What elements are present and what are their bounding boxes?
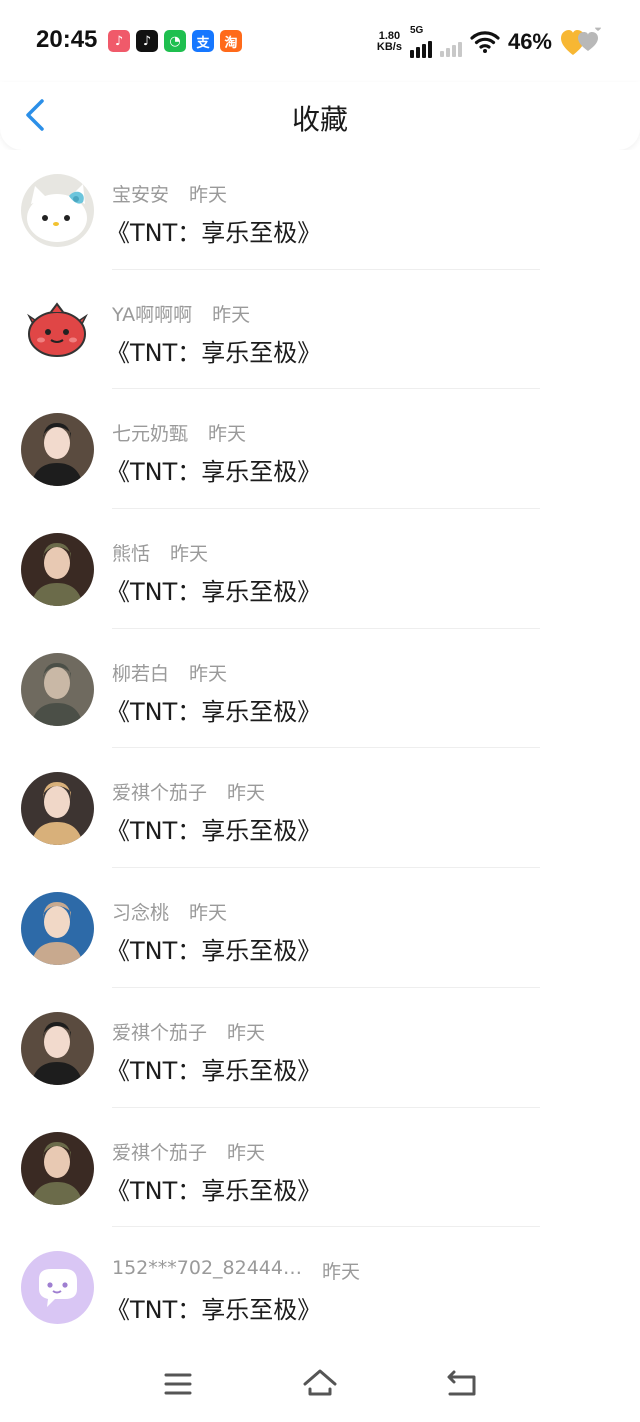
menu-icon — [164, 1373, 192, 1395]
network-speed-unit: KB/s — [376, 41, 402, 53]
header-bar: 收藏 — [0, 82, 640, 150]
network-type: 5G — [409, 25, 424, 36]
item-time: 昨天 — [208, 423, 247, 446]
item-time: 昨天 — [189, 662, 228, 685]
item-meta: 柳若白 昨天 — [112, 659, 227, 686]
item-time: 昨天 — [170, 543, 209, 566]
taobao-app-icon: 淘 — [220, 30, 242, 52]
favorite-content: 《TNT：享乐至极》 — [106, 937, 322, 966]
alipay-app-icon: 支 — [192, 30, 214, 52]
item-meta: 习念桃 昨天 — [112, 898, 227, 925]
item-meta: 152***702_82444… 昨天 — [112, 1257, 360, 1284]
list-item[interactable]: 152***702_82444… 昨天《TNT：享乐至极》 — [0, 1227, 640, 1347]
sender-name: 柳若白 — [112, 662, 170, 685]
signal-bars-secondary-icon — [439, 35, 462, 57]
photo-avatar[interactable] — [21, 652, 94, 726]
sender-name: 152***702_82444… — [112, 1257, 302, 1280]
hello-kitty-avatar[interactable] — [21, 174, 94, 247]
status-time: 20:45 — [36, 26, 98, 53]
item-time: 昨天 — [227, 1141, 266, 1164]
wifi-icon — [470, 31, 500, 53]
photo-avatar[interactable] — [21, 772, 94, 846]
item-meta: 爱祺个茄子 昨天 — [112, 1018, 265, 1045]
item-meta: 熊恬 昨天 — [112, 539, 208, 566]
photo-avatar[interactable] — [21, 413, 94, 487]
favorite-content: 《TNT：享乐至极》 — [106, 458, 322, 487]
back-icon — [447, 1370, 476, 1396]
photo-avatar[interactable] — [21, 533, 94, 607]
item-time: 昨天 — [189, 184, 228, 206]
item-meta: YA啊啊啊 昨天 — [112, 300, 250, 327]
notification-app-icons: ♪ ♪ ◔ 支淘 — [108, 30, 242, 52]
sender-name: 爱祺个茄子 — [112, 1021, 208, 1044]
favorite-content: 《TNT：享乐至极》 — [106, 219, 322, 247]
item-meta: 七元奶甄 昨天 — [112, 419, 246, 446]
sender-name: YA啊啊啊 — [112, 303, 193, 326]
signal-5g: 5G — [409, 25, 432, 58]
item-meta: 爱祺个茄子 昨天 — [112, 1138, 265, 1165]
system-back-button[interactable] — [442, 1366, 482, 1402]
sender-name: 爱祺个茄子 — [112, 782, 208, 805]
sender-name: 熊恬 — [112, 543, 151, 566]
xiaohongshu-app-icon: ♪ — [108, 30, 130, 52]
network-speed: 1.80 KB/s — [377, 31, 402, 53]
hearts-battery-icon — [561, 27, 601, 55]
signal-bars-icon — [409, 36, 432, 58]
default-chat-avatar[interactable] — [21, 1251, 94, 1325]
menu-button[interactable] — [158, 1366, 198, 1402]
item-meta: 爱祺个茄子 昨天 — [112, 778, 265, 805]
photo-avatar[interactable] — [21, 1011, 94, 1085]
favorite-content: 《TNT：享乐至极》 — [106, 578, 322, 607]
list-item[interactable]: 爱祺个茄子 昨天《TNT：享乐至极》 — [0, 988, 640, 1108]
item-meta: 宝安安 昨天 — [112, 180, 227, 207]
sender-name: 爱祺个茄子 — [112, 1141, 208, 1164]
page-title: 收藏 — [291, 103, 348, 136]
list-item[interactable]: 七元奶甄 昨天《TNT：享乐至极》 — [0, 389, 640, 510]
wechat-app-icon: ◔ — [164, 30, 186, 52]
battery-percent: 46% — [507, 29, 552, 54]
item-time: 昨天 — [321, 1261, 360, 1284]
photo-avatar[interactable] — [21, 1131, 94, 1205]
sender-name: 习念桃 — [112, 902, 170, 925]
sender-name: 七元奶甄 — [112, 423, 189, 446]
favorites-list: 宝安安 昨天 《TNT：享乐至极》 YA啊啊啊 昨天 《TNT：享乐至极》 七元奶甄 昨天 《T… — [0, 150, 640, 1347]
favorite-content: 《TNT：享乐至极》 — [106, 338, 322, 367]
list-item[interactable]: 爱祺个茄子 昨天《TNT：享乐至极》 — [0, 748, 640, 869]
item-time: 昨天 — [227, 1021, 266, 1044]
system-nav-bar — [0, 1346, 640, 1422]
list-item[interactable]: YA啊啊啊 昨天《TNT：享乐至极》 — [0, 270, 640, 390]
home-button[interactable] — [300, 1366, 340, 1402]
status-bar: 20:45 ♪ ♪ ◔ 支淘 1.80 KB/s 5G 46% — [0, 0, 640, 82]
favorite-content: 《TNT：享乐至极》 — [106, 697, 322, 726]
item-time: 昨天 — [212, 303, 251, 326]
list-item[interactable]: 爱祺个茄子 昨天《TNT：享乐至极》 — [0, 1108, 640, 1228]
list-item[interactable]: 习念桃 昨天《TNT：享乐至极》 — [0, 868, 640, 988]
home-icon — [303, 1369, 337, 1396]
favorite-content: 《TNT：享乐至极》 — [106, 1296, 322, 1325]
item-time: 昨天 — [227, 782, 266, 805]
photo-avatar[interactable] — [21, 892, 94, 966]
list-item[interactable]: 柳若白 昨天《TNT：享乐至极》 — [0, 629, 640, 749]
douyin-app-icon: ♪ — [136, 30, 158, 52]
sender-name: 宝安安 — [112, 184, 170, 206]
list-item[interactable]: 熊恬 昨天《TNT：享乐至极》 — [0, 509, 640, 629]
favorite-content: 《TNT：享乐至极》 — [106, 1176, 322, 1205]
list-item[interactable]: 宝安安 昨天《TNT：享乐至极》 — [0, 150, 640, 270]
item-time: 昨天 — [189, 902, 228, 925]
favorite-content: 《TNT：享乐至极》 — [106, 817, 322, 846]
status-indicators: 1.80 KB/s 5G 46% — [377, 26, 604, 58]
favorite-content: 《TNT：享乐至极》 — [106, 1056, 322, 1085]
red-devil-avatar[interactable] — [21, 293, 94, 367]
